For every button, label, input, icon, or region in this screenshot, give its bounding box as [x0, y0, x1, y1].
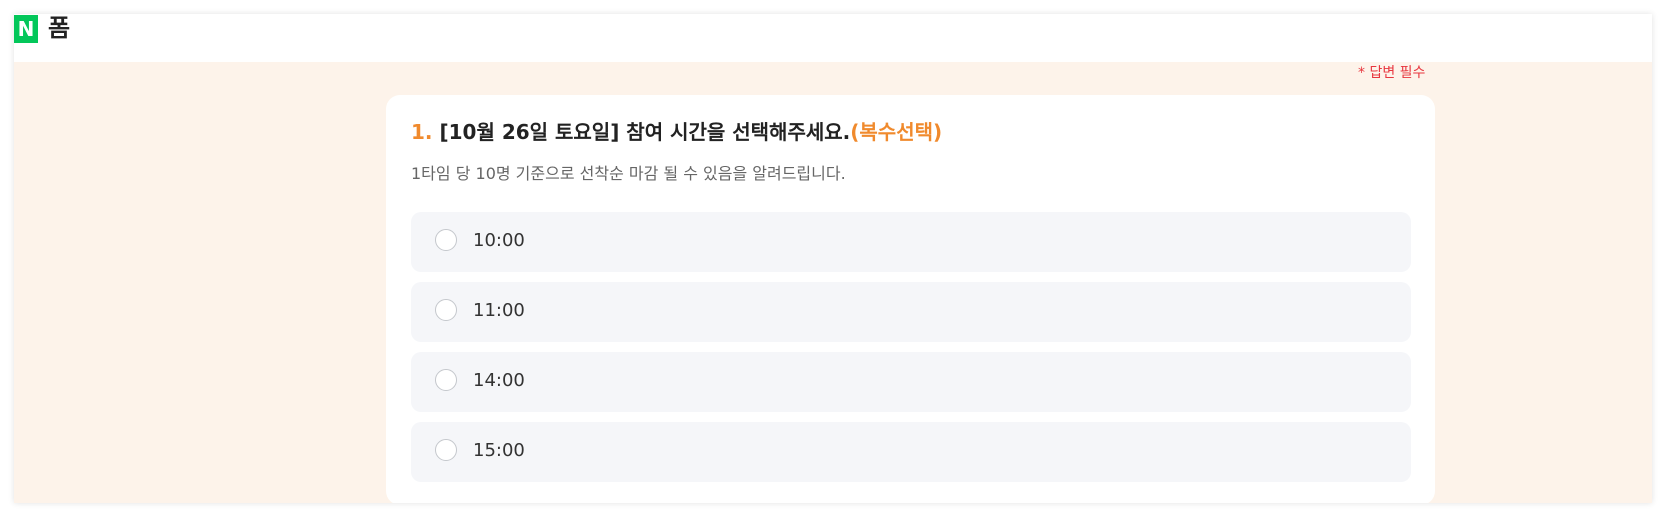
option-label: 11:00	[473, 300, 525, 321]
question-description: 1타임 당 10명 기준으로 선착순 마감 될 수 있음을 알려드립니다.	[411, 164, 846, 183]
radio-icon[interactable]	[435, 299, 457, 321]
naver-logo[interactable]: N	[14, 15, 38, 43]
radio-icon[interactable]	[435, 439, 457, 461]
option-label: 10:00	[473, 230, 525, 251]
option-label: 14:00	[473, 370, 525, 391]
multi-select-tag: (복수선택)	[850, 120, 943, 144]
top-bar: N 폼	[14, 14, 1652, 62]
option-1000[interactable]: 10:00	[411, 212, 1411, 272]
form-page: N 폼 * 답변 필수 1. [10월 26일 토요일] 참여 시간을 선택해주…	[14, 14, 1652, 503]
option-label: 15:00	[473, 440, 525, 461]
option-1100[interactable]: 11:00	[411, 282, 1411, 342]
question-title: 1. [10월 26일 토요일] 참여 시간을 선택해주세요.(복수선택)	[411, 119, 942, 145]
option-1500[interactable]: 15:00	[411, 422, 1411, 482]
app-title: 폼	[48, 14, 71, 42]
question-number: 1.	[411, 120, 433, 144]
question-text: [10월 26일 토요일] 참여 시간을 선택해주세요.	[432, 120, 851, 144]
required-note: * 답변 필수	[1358, 65, 1426, 81]
option-1400[interactable]: 14:00	[411, 352, 1411, 412]
radio-icon[interactable]	[435, 229, 457, 251]
radio-icon[interactable]	[435, 369, 457, 391]
question-card: 1. [10월 26일 토요일] 참여 시간을 선택해주세요.(복수선택) 1타…	[386, 95, 1435, 503]
option-list: 10:00 11:00 14:00 15:00	[411, 212, 1411, 492]
